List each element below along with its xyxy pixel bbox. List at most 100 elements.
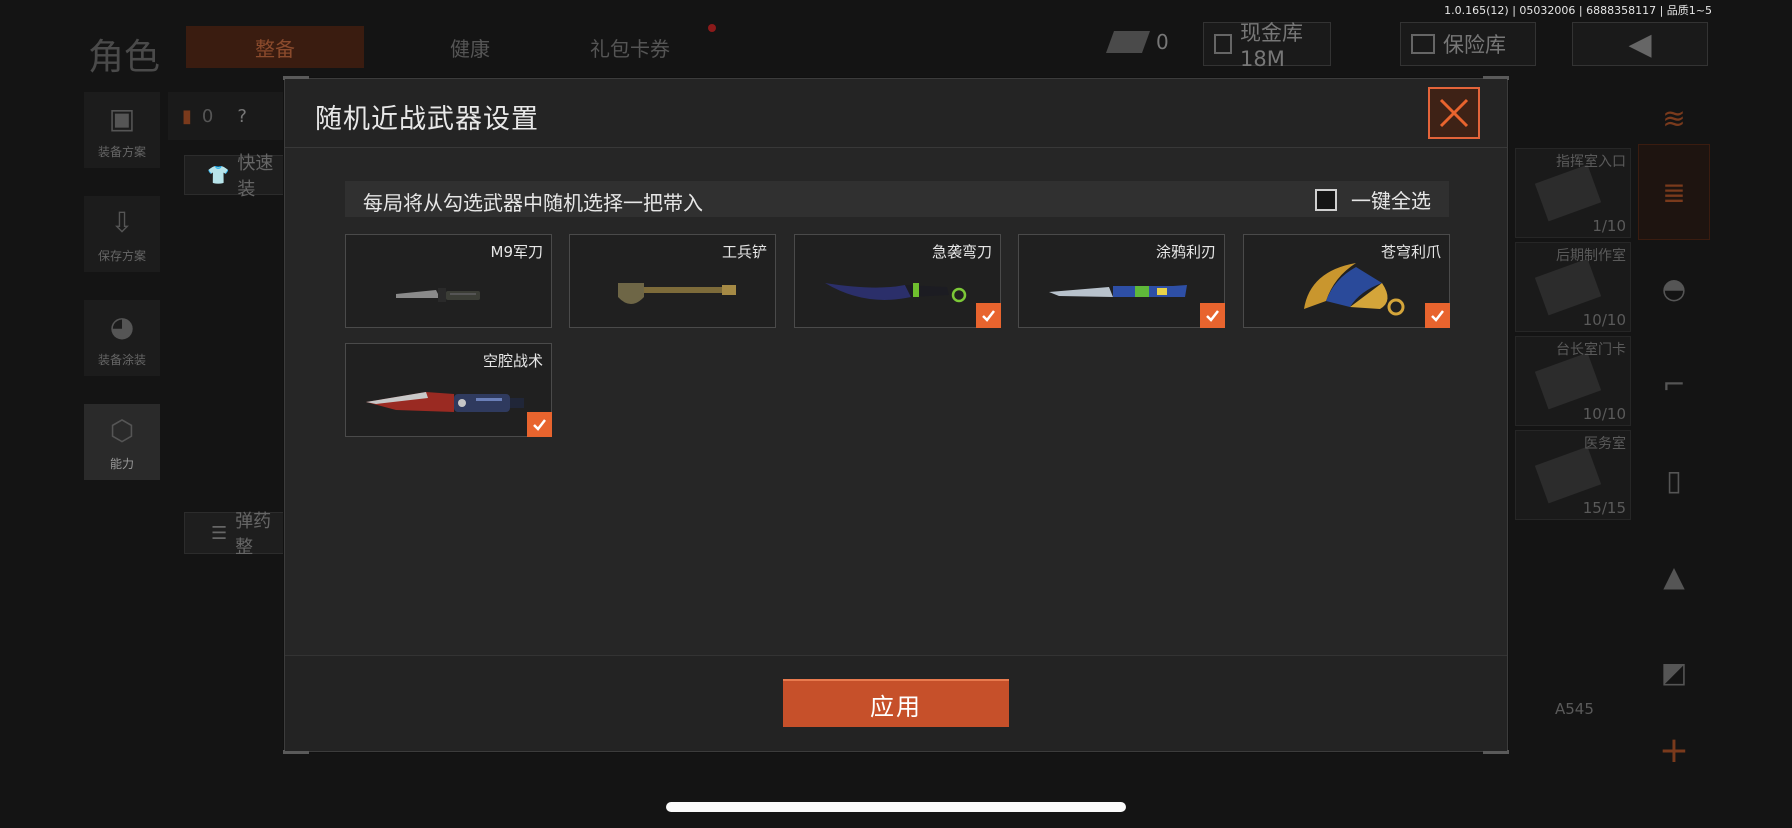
keycard-item[interactable]: 医务室 15/15 [1515,430,1631,520]
tab-gift-vouchers[interactable]: 礼包卡券 [560,26,700,68]
cash-count: 0 [1156,30,1169,54]
checkmark-icon [982,310,995,322]
weapon-name: M9军刀 [490,243,544,261]
weapon-checkbox-checked[interactable] [1425,303,1450,328]
random-melee-modal: 随机近战武器设置 每局将从勾选武器中随机选择一把带入 一键全选 M9军刀 工兵铲… [283,76,1509,754]
modal-footer: 应用 [285,655,1507,751]
ammo-button[interactable]: ☰ 弹药整 [184,511,284,558]
shirt-icon: 👕 [207,164,230,186]
weapon-card-shovel[interactable]: 工兵铲 [569,234,776,328]
equipment-header: ▮ 0 ? [168,92,288,140]
weapon-name: 苍穹利爪 [1380,243,1441,261]
category-rail: ≋ ≣ ◓ ⌐ ▯ ▲ ◩ + [1638,92,1710,828]
cash-vault-label: 现金库 18M [1239,21,1303,71]
keycard-art [1534,164,1602,222]
safe-icon [1411,34,1435,54]
download-icon: ⇩ [110,206,134,239]
ammo-label: 弹药整 [235,511,272,558]
ability-icon: ⬡ [109,414,135,447]
safe-label: 保险库 [1443,33,1506,57]
cash-vault-button[interactable]: 现金库 18M [1203,21,1331,71]
weapon-card-m9[interactable]: M9军刀 [345,234,552,328]
weapon-name: 工兵铲 [721,243,767,261]
cash-display: 0 [1105,30,1169,54]
bullet-icon[interactable]: ▲ [1638,528,1710,624]
tab-equip[interactable]: 整备 [186,26,364,68]
graffiti-blade-icon [1049,285,1187,297]
keycard-item[interactable]: 指挥室入口 1/10 [1515,148,1631,238]
weapon-label: A545 [1555,700,1594,718]
select-all-label: 一键全选 [1351,189,1431,213]
weapon-card-hollow-tactical[interactable]: 空腔战术 [345,343,552,437]
rifle-icon[interactable]: ⌐ [1638,336,1710,432]
bayonet-icon [396,288,480,302]
sidebar-item-label: 保存方案 [97,249,146,263]
weapon-checkbox-checked[interactable] [527,412,552,437]
checkmark-icon [1206,310,1219,322]
apply-button[interactable]: 应用 [783,679,1009,727]
sidebar-item-save[interactable]: ⇩ 保存方案 [84,196,160,272]
back-button[interactable]: ◀ [1572,22,1708,66]
golden-claw-icon [1304,263,1405,316]
keycard-item[interactable]: 台长室门卡 10/10 [1515,336,1631,426]
magazine-icon[interactable]: ▯ [1638,432,1710,528]
sidebar-item-label: 装备方案 [97,145,146,159]
weapon-card-graffiti-blade[interactable]: 涂鸦利刃 [1018,234,1225,328]
orange-count: 0 [201,105,214,127]
cash-icon [1105,31,1151,53]
home-indicator[interactable] [666,802,1126,812]
keycard-name: 台长室门卡 [1556,342,1626,358]
top-bar: 角色 整备 健康 礼包卡券 0 现金库 18M 保险库 ◀ [0,14,1792,78]
attachment-icon[interactable]: ◩ [1638,624,1710,720]
notification-dot [708,24,716,32]
helmet-icon[interactable]: ◓ [1638,240,1710,336]
keycard-name: 指挥室入口 [1556,154,1626,170]
weapon-checkbox-checked[interactable] [976,303,1001,328]
back-arrow-icon: ◀ [1628,26,1652,62]
shovel-icon [618,283,736,304]
weapon-name: 急袭弯刀 [931,243,992,261]
notice-bar: 每局将从勾选武器中随机选择一把带入 一键全选 [345,181,1449,217]
keycard-art [1534,446,1602,504]
tab-health[interactable]: 健康 [410,26,530,68]
modal-title: 随机近战武器设置 [315,104,539,135]
page-title: 角色 [88,37,161,78]
checkmark-icon [533,419,546,431]
weapon-card-golden-claw[interactable]: 苍穹利爪 [1243,234,1450,328]
select-all-toggle[interactable]: 一键全选 [1315,185,1431,214]
keycard-art [1534,352,1602,410]
help-icon[interactable]: ? [237,106,247,127]
sidebar-item-label: 装备涂装 [97,353,146,367]
quick-equip-label: 快速装 [237,153,274,200]
quick-equip-button[interactable]: 👕 快速装 [184,153,284,200]
sidebar-item-skins[interactable]: ◕ 装备涂装 [84,300,160,376]
stack-icon[interactable]: ≋ [1638,92,1710,144]
keycard-count: 10/10 [1582,311,1626,329]
keycard-count: 1/10 [1592,217,1626,235]
vest-icon: ▣ [108,102,136,135]
close-icon [1439,98,1469,128]
weapon-checkbox-checked[interactable] [1200,303,1225,328]
sidebar-item-abilities[interactable]: ⬡ 能力 [84,404,160,480]
keycard-list: 指挥室入口 1/10 后期制作室 10/10 台长室门卡 10/10 医务室 1… [1515,148,1633,524]
add-icon[interactable]: + [1638,720,1710,780]
keycard-name: 医务室 [1584,436,1626,452]
sidebar-item-loadout[interactable]: ▣ 装备方案 [84,92,160,168]
sidebar-item-label: 能力 [109,457,134,471]
keycard-art [1534,258,1602,316]
modal-header: 随机近战武器设置 [285,79,1507,148]
layers-icon[interactable]: ≣ [1638,144,1710,240]
safe-button[interactable]: 保险库 [1400,22,1536,66]
close-button[interactable] [1428,87,1480,139]
weapon-name: 空腔战术 [482,352,543,370]
karambit-icon [825,283,967,303]
keycard-item[interactable]: 后期制作室 10/10 [1515,242,1631,332]
keycard-count: 10/10 [1582,405,1626,423]
weapon-name: 涂鸦利刃 [1155,243,1216,261]
select-all-checkbox[interactable] [1315,188,1337,211]
backpack-icon: ▮ [182,105,192,127]
notice-text: 每局将从勾选武器中随机选择一把带入 [363,191,703,215]
keycard-name: 后期制作室 [1556,248,1626,264]
weapon-card-karambit[interactable]: 急袭弯刀 [794,234,1001,328]
list-icon: ☰ [211,522,228,544]
